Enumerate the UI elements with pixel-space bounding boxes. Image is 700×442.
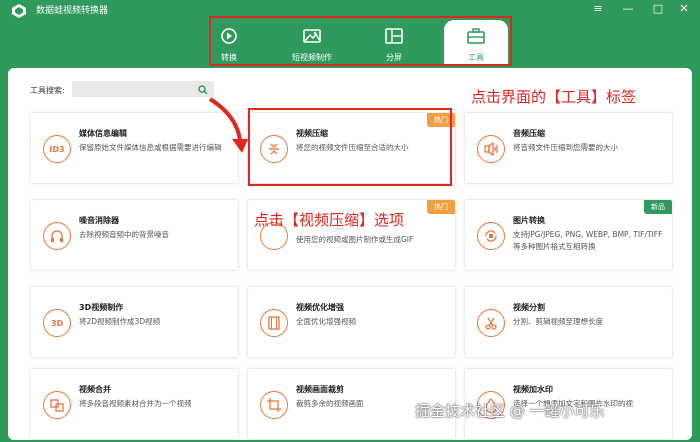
tab-tools[interactable]: 工具 bbox=[444, 20, 508, 66]
tool-card-title: 噪音消除器 bbox=[79, 216, 119, 225]
title-bar: 数据蛙视频转换器 ≡ — □ ✕ bbox=[0, 0, 700, 20]
tool-card-desc: 全面优化增强视频 bbox=[296, 317, 356, 326]
tools-panel: 工具搜索: 点击界面的【工具】标签 ID3 媒体信息编辑 保留原始文件媒体信息或… bbox=[8, 68, 692, 440]
tool-search-input[interactable] bbox=[72, 81, 214, 97]
site-watermark: 掘金技术社区 @ 一罐小可乐 bbox=[415, 402, 605, 420]
tab-short-video[interactable]: 短视频制作 bbox=[282, 20, 342, 66]
tool-card-title: 视频加水印 bbox=[513, 385, 553, 394]
tool-card-title: 视频优化增强 bbox=[296, 303, 344, 312]
tab-convert[interactable]: 转换 bbox=[212, 20, 246, 66]
tool-card-title: 视频分割 bbox=[513, 303, 545, 312]
app-logo-icon bbox=[12, 4, 26, 18]
image-convert-icon bbox=[477, 222, 505, 250]
tool-card-video-compress[interactable]: 视频压缩 将您的视频文件压缩至合适的大小 热门 bbox=[247, 112, 456, 184]
tool-card-desc: 将您的视频文件压缩至合适的大小 bbox=[296, 143, 409, 152]
id3-icon: ID3 bbox=[43, 135, 71, 163]
tool-card-title: 图片转换 bbox=[513, 216, 545, 225]
tab-convert-label: 转换 bbox=[221, 53, 237, 62]
tool-card-desc: 将多段音视频素材合并为一个视频 bbox=[79, 399, 192, 408]
tool-card-desc: 去除视频音频中的背景噪音 bbox=[79, 230, 169, 239]
split-screen-icon bbox=[385, 28, 403, 44]
3d-icon: 3D bbox=[43, 309, 71, 337]
app-title: 数据蛙视频转换器 bbox=[36, 6, 109, 16]
maximize-button[interactable]: □ bbox=[648, 1, 668, 17]
convert-icon bbox=[221, 28, 237, 44]
audio-compress-icon bbox=[477, 135, 505, 163]
main-nav: 转换 短视频制作 分屏 工具 bbox=[0, 20, 700, 68]
crop-icon bbox=[260, 391, 288, 419]
tool-card-audio-compress[interactable]: 音频压缩 将音频文件压缩到您需要的大小 bbox=[464, 112, 673, 184]
close-button[interactable]: ✕ bbox=[674, 1, 694, 17]
tool-card-media-info[interactable]: ID3 媒体信息编辑 保留原始文件媒体信息或根据需要进行编辑 bbox=[30, 112, 239, 184]
tool-card-3d-video[interactable]: 3D 3D视频制作 将2D视频制作成3D视频 bbox=[30, 286, 239, 358]
merge-icon bbox=[43, 391, 71, 419]
tool-card-video-merge[interactable]: 视频合并 将多段音视频素材合并为一个视频 bbox=[30, 368, 239, 440]
tool-card-title: 视频压缩 bbox=[296, 129, 328, 138]
film-enhance-icon bbox=[260, 309, 288, 337]
image-icon bbox=[303, 29, 321, 43]
tab-split-screen-label: 分屏 bbox=[386, 53, 402, 62]
tool-card-desc: 将2D视频制作成3D视频 bbox=[79, 317, 161, 326]
tool-card-title: 媒体信息编辑 bbox=[79, 129, 127, 138]
tool-card-video-enhance[interactable]: 视频优化增强 全面优化增强视频 bbox=[247, 286, 456, 358]
menu-button[interactable]: ≡ bbox=[588, 1, 608, 17]
toolbox-icon bbox=[467, 28, 485, 44]
tool-card-desc: 使用您的视频或图片制作或生成GIF bbox=[296, 235, 414, 244]
annotation-click-tools: 点击界面的【工具】标签 bbox=[471, 88, 637, 106]
tool-card-title: 视频合并 bbox=[79, 385, 111, 394]
tool-card-noise-remover[interactable]: 噪音消除器 去除视频音频中的背景噪音 bbox=[30, 199, 239, 271]
hot-badge: 热门 bbox=[427, 200, 455, 214]
tab-split-screen[interactable]: 分屏 bbox=[374, 20, 414, 66]
tool-card-image-convert[interactable]: 图片转换 支持JPG/JPEG, PNG, WEBP, BMP, TIF/TIF… bbox=[464, 199, 673, 271]
new-badge: 新品 bbox=[644, 200, 672, 214]
tool-card-video-split[interactable]: 视频分割 分割、剪辑视频至理想长度 bbox=[464, 286, 673, 358]
tool-card-desc: 分割、剪辑视频至理想长度 bbox=[513, 317, 603, 326]
tool-card-desc: 将音频文件压缩到您需要的大小 bbox=[513, 143, 618, 152]
tool-card-title: 音频压缩 bbox=[513, 129, 545, 138]
tool-card-desc: 保留原始文件媒体信息或根据需要进行编辑 bbox=[79, 143, 222, 152]
search-icon[interactable] bbox=[198, 85, 208, 95]
tool-card-desc: 支持JPG/JPEG, PNG, WEBP, BMP, TIF/TIFF等多种图… bbox=[513, 230, 663, 251]
tool-card-title: 视频画面裁剪 bbox=[296, 385, 344, 394]
headphones-icon bbox=[43, 222, 71, 250]
minimize-button[interactable]: — bbox=[618, 1, 638, 17]
tool-card-title: 3D视频制作 bbox=[79, 303, 124, 312]
tab-tools-label: 工具 bbox=[468, 53, 484, 62]
search-label: 工具搜索: bbox=[30, 86, 65, 95]
compress-icon bbox=[260, 135, 288, 163]
hot-badge: 热门 bbox=[427, 113, 455, 127]
annotation-click-compress: 点击【视频压缩】选项 bbox=[254, 211, 405, 229]
scissors-icon bbox=[477, 309, 505, 337]
tab-short-video-label: 短视频制作 bbox=[292, 53, 332, 62]
